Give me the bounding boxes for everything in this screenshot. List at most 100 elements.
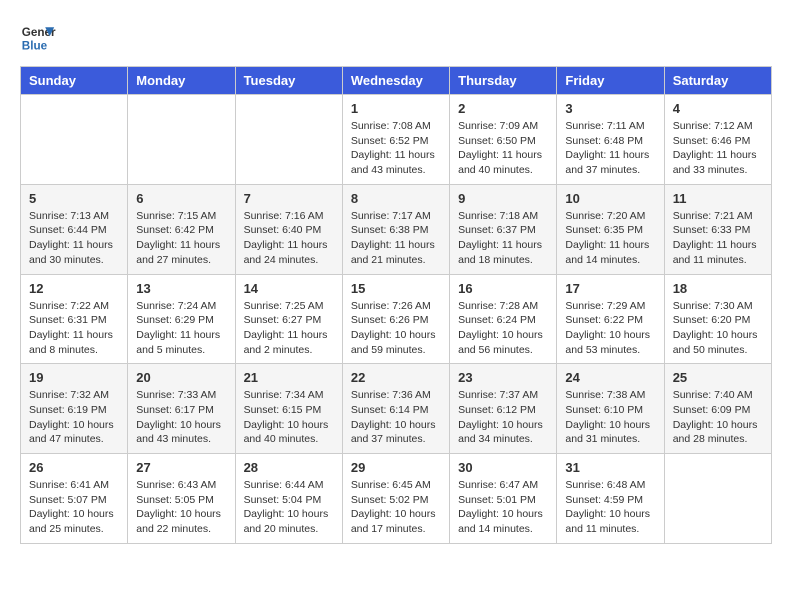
day-info: Sunrise: 7:40 AM Sunset: 6:09 PM Dayligh… <box>673 388 763 447</box>
day-info: Sunrise: 7:29 AM Sunset: 6:22 PM Dayligh… <box>565 299 655 358</box>
day-cell: 22 Sunrise: 7:36 AM Sunset: 6:14 PM Dayli… <box>342 364 449 454</box>
day-number: 25 <box>673 370 763 385</box>
day-number: 5 <box>29 191 119 206</box>
weekday-header-saturday: Saturday <box>664 67 771 95</box>
day-cell: 14 Sunrise: 7:25 AM Sunset: 6:27 PM Dayli… <box>235 274 342 364</box>
week-row-0: 1 Sunrise: 7:08 AM Sunset: 6:52 PM Daylig… <box>21 95 772 185</box>
day-info: Sunrise: 7:37 AM Sunset: 6:12 PM Dayligh… <box>458 388 548 447</box>
day-cell: 7 Sunrise: 7:16 AM Sunset: 6:40 PM Daylig… <box>235 184 342 274</box>
weekday-header-friday: Friday <box>557 67 664 95</box>
day-number: 15 <box>351 281 441 296</box>
day-number: 16 <box>458 281 548 296</box>
day-number: 23 <box>458 370 548 385</box>
day-cell <box>664 454 771 544</box>
day-info: Sunrise: 7:11 AM Sunset: 6:48 PM Dayligh… <box>565 119 655 178</box>
week-row-2: 12 Sunrise: 7:22 AM Sunset: 6:31 PM Dayli… <box>21 274 772 364</box>
day-info: Sunrise: 6:43 AM Sunset: 5:05 PM Dayligh… <box>136 478 226 537</box>
day-cell: 17 Sunrise: 7:29 AM Sunset: 6:22 PM Dayli… <box>557 274 664 364</box>
day-number: 19 <box>29 370 119 385</box>
day-number: 8 <box>351 191 441 206</box>
day-info: Sunrise: 7:16 AM Sunset: 6:40 PM Dayligh… <box>244 209 334 268</box>
day-number: 27 <box>136 460 226 475</box>
day-info: Sunrise: 7:21 AM Sunset: 6:33 PM Dayligh… <box>673 209 763 268</box>
day-cell <box>21 95 128 185</box>
svg-text:Blue: Blue <box>22 40 48 53</box>
day-number: 24 <box>565 370 655 385</box>
day-number: 6 <box>136 191 226 206</box>
day-number: 17 <box>565 281 655 296</box>
day-info: Sunrise: 6:41 AM Sunset: 5:07 PM Dayligh… <box>29 478 119 537</box>
day-cell: 29 Sunrise: 6:45 AM Sunset: 5:02 PM Dayli… <box>342 454 449 544</box>
day-info: Sunrise: 7:09 AM Sunset: 6:50 PM Dayligh… <box>458 119 548 178</box>
day-number: 9 <box>458 191 548 206</box>
day-number: 11 <box>673 191 763 206</box>
day-info: Sunrise: 7:24 AM Sunset: 6:29 PM Dayligh… <box>136 299 226 358</box>
week-row-1: 5Sunrise: 7:13 AM Sunset: 6:44 PM Daylig… <box>21 184 772 274</box>
page-header: General Blue <box>20 20 772 56</box>
day-number: 26 <box>29 460 119 475</box>
day-cell: 1 Sunrise: 7:08 AM Sunset: 6:52 PM Daylig… <box>342 95 449 185</box>
weekday-header-wednesday: Wednesday <box>342 67 449 95</box>
day-info: Sunrise: 7:12 AM Sunset: 6:46 PM Dayligh… <box>673 119 763 178</box>
day-number: 13 <box>136 281 226 296</box>
day-info: Sunrise: 7:20 AM Sunset: 6:35 PM Dayligh… <box>565 209 655 268</box>
day-cell: 26 Sunrise: 6:41 AM Sunset: 5:07 PM Dayli… <box>21 454 128 544</box>
day-number: 4 <box>673 101 763 116</box>
day-cell <box>235 95 342 185</box>
weekday-header-thursday: Thursday <box>450 67 557 95</box>
day-number: 7 <box>244 191 334 206</box>
day-info: Sunrise: 6:45 AM Sunset: 5:02 PM Dayligh… <box>351 478 441 537</box>
day-number: 1 <box>351 101 441 116</box>
day-number: 18 <box>673 281 763 296</box>
day-info: Sunrise: 7:25 AM Sunset: 6:27 PM Dayligh… <box>244 299 334 358</box>
day-number: 14 <box>244 281 334 296</box>
day-number: 31 <box>565 460 655 475</box>
day-cell: 21Sunrise: 7:34 AM Sunset: 6:15 PM Dayli… <box>235 364 342 454</box>
calendar-table: SundayMondayTuesdayWednesdayThursdayFrid… <box>20 66 772 544</box>
day-cell: 3Sunrise: 7:11 AM Sunset: 6:48 PM Daylig… <box>557 95 664 185</box>
day-number: 30 <box>458 460 548 475</box>
day-cell: 4 Sunrise: 7:12 AM Sunset: 6:46 PM Daylig… <box>664 95 771 185</box>
logo-icon: General Blue <box>20 20 56 56</box>
day-cell: 23 Sunrise: 7:37 AM Sunset: 6:12 PM Dayli… <box>450 364 557 454</box>
day-cell <box>128 95 235 185</box>
day-number: 29 <box>351 460 441 475</box>
day-number: 28 <box>244 460 334 475</box>
day-info: Sunrise: 7:28 AM Sunset: 6:24 PM Dayligh… <box>458 299 548 358</box>
day-cell: 9 Sunrise: 7:18 AM Sunset: 6:37 PM Daylig… <box>450 184 557 274</box>
day-info: Sunrise: 7:36 AM Sunset: 6:14 PM Dayligh… <box>351 388 441 447</box>
day-cell: 11 Sunrise: 7:21 AM Sunset: 6:33 PM Dayli… <box>664 184 771 274</box>
week-row-3: 19 Sunrise: 7:32 AM Sunset: 6:19 PM Dayli… <box>21 364 772 454</box>
day-number: 12 <box>29 281 119 296</box>
day-info: Sunrise: 7:32 AM Sunset: 6:19 PM Dayligh… <box>29 388 119 447</box>
day-info: Sunrise: 7:22 AM Sunset: 6:31 PM Dayligh… <box>29 299 119 358</box>
day-cell: 2 Sunrise: 7:09 AM Sunset: 6:50 PM Daylig… <box>450 95 557 185</box>
day-info: Sunrise: 6:47 AM Sunset: 5:01 PM Dayligh… <box>458 478 548 537</box>
day-cell: 6 Sunrise: 7:15 AM Sunset: 6:42 PM Daylig… <box>128 184 235 274</box>
day-cell: 28Sunrise: 6:44 AM Sunset: 5:04 PM Dayli… <box>235 454 342 544</box>
day-number: 2 <box>458 101 548 116</box>
day-cell: 5Sunrise: 7:13 AM Sunset: 6:44 PM Daylig… <box>21 184 128 274</box>
day-cell: 31 Sunrise: 6:48 AM Sunset: 4:59 PM Dayli… <box>557 454 664 544</box>
weekday-header-tuesday: Tuesday <box>235 67 342 95</box>
day-cell: 27 Sunrise: 6:43 AM Sunset: 5:05 PM Dayli… <box>128 454 235 544</box>
day-info: Sunrise: 6:48 AM Sunset: 4:59 PM Dayligh… <box>565 478 655 537</box>
day-info: Sunrise: 7:17 AM Sunset: 6:38 PM Dayligh… <box>351 209 441 268</box>
weekday-header-monday: Monday <box>128 67 235 95</box>
day-cell: 19 Sunrise: 7:32 AM Sunset: 6:19 PM Dayli… <box>21 364 128 454</box>
day-number: 21 <box>244 370 334 385</box>
day-info: Sunrise: 7:18 AM Sunset: 6:37 PM Dayligh… <box>458 209 548 268</box>
day-info: Sunrise: 7:26 AM Sunset: 6:26 PM Dayligh… <box>351 299 441 358</box>
day-info: Sunrise: 7:15 AM Sunset: 6:42 PM Dayligh… <box>136 209 226 268</box>
day-cell: 12 Sunrise: 7:22 AM Sunset: 6:31 PM Dayli… <box>21 274 128 364</box>
day-cell: 30 Sunrise: 6:47 AM Sunset: 5:01 PM Dayli… <box>450 454 557 544</box>
weekday-header-row: SundayMondayTuesdayWednesdayThursdayFrid… <box>21 67 772 95</box>
day-cell: 18Sunrise: 7:30 AM Sunset: 6:20 PM Dayli… <box>664 274 771 364</box>
day-cell: 13 Sunrise: 7:24 AM Sunset: 6:29 PM Dayli… <box>128 274 235 364</box>
weekday-header-sunday: Sunday <box>21 67 128 95</box>
day-number: 22 <box>351 370 441 385</box>
day-cell: 24 Sunrise: 7:38 AM Sunset: 6:10 PM Dayli… <box>557 364 664 454</box>
day-info: Sunrise: 7:08 AM Sunset: 6:52 PM Dayligh… <box>351 119 441 178</box>
day-cell: 10Sunrise: 7:20 AM Sunset: 6:35 PM Dayli… <box>557 184 664 274</box>
day-info: Sunrise: 7:38 AM Sunset: 6:10 PM Dayligh… <box>565 388 655 447</box>
